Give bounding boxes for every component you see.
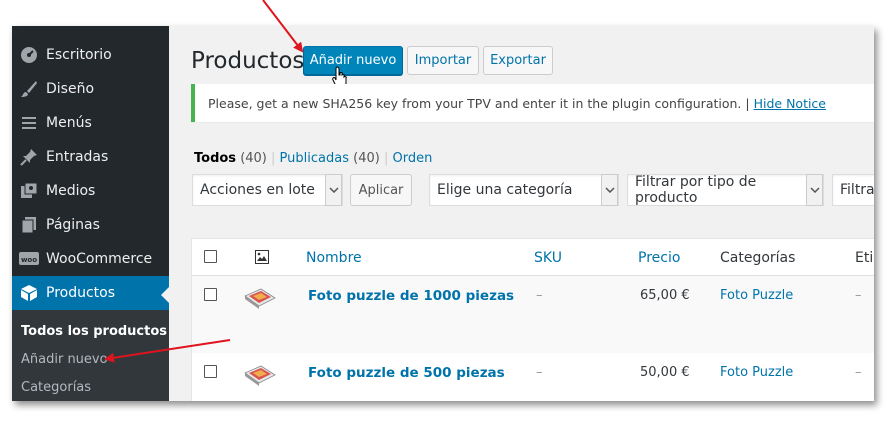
import-button[interactable]: Importar: [407, 46, 479, 75]
table-row: Foto puzzle de 500 piezas – 50,00 € Foto…: [192, 353, 874, 401]
menu-item-escritorio[interactable]: Escritorio: [12, 38, 169, 72]
column-categories: Categorías: [720, 250, 796, 266]
product-thumbnail[interactable]: [243, 363, 277, 387]
product-name-link[interactable]: Foto puzzle de 500 piezas: [308, 365, 505, 381]
column-price[interactable]: Precio: [638, 250, 680, 266]
filter-published-count: (40): [353, 151, 380, 166]
dashboard-icon: [12, 46, 46, 64]
page-icon: [12, 216, 46, 234]
products-table: Nombre SKU Precio Categorías Etiq Foto p…: [191, 238, 874, 401]
menu-item-productos[interactable]: Productos: [12, 276, 169, 310]
product-tags: –: [855, 365, 862, 380]
product-type-select[interactable]: Filtrar por tipo de producto: [627, 174, 824, 206]
media-icon: [12, 182, 46, 200]
filter-separator: |: [383, 151, 389, 166]
menu-item-medios[interactable]: Medios: [12, 174, 169, 208]
column-name[interactable]: Nombre: [306, 250, 362, 266]
woo-icon: woo: [12, 251, 46, 267]
admin-sidebar: Escritorio Diseño Menús Entradas Medios: [12, 26, 169, 401]
chevron-down-icon: [601, 174, 618, 206]
stock-filter-value: Filtrar: [840, 182, 874, 198]
menu-label: Escritorio: [46, 47, 112, 63]
row-checkbox[interactable]: [204, 288, 217, 301]
product-price: 65,00 €: [640, 288, 690, 303]
menu-item-woocommerce[interactable]: woo WooCommerce: [12, 242, 169, 276]
chevron-down-icon: [325, 174, 342, 206]
submenu-item-categorias[interactable]: Categorías: [21, 380, 91, 395]
product-price: 50,00 €: [640, 365, 690, 380]
product-type-value: Filtrar por tipo de producto: [635, 174, 757, 206]
menu-item-entradas[interactable]: Entradas: [12, 140, 169, 174]
box-icon: [12, 284, 46, 302]
wp-admin-window: Escritorio Diseño Menús Entradas Medios: [12, 26, 874, 401]
select-all-checkbox[interactable]: [204, 250, 217, 263]
menu-label: Diseño: [46, 81, 95, 97]
filter-separator: |: [271, 151, 276, 166]
product-thumbnail[interactable]: [243, 286, 277, 310]
bulk-actions-select[interactable]: Acciones en lote: [192, 174, 343, 206]
add-new-button[interactable]: Añadir nuevo: [303, 46, 403, 75]
bulk-actions-value: Acciones en lote: [200, 182, 315, 198]
chevron-down-icon: [806, 174, 823, 206]
brush-icon: [12, 80, 46, 98]
pin-icon: [12, 148, 46, 166]
product-tags: –: [855, 288, 862, 303]
row-checkbox[interactable]: [204, 365, 217, 378]
submenu-item-anadir-nuevo[interactable]: Añadir nuevo: [21, 352, 108, 367]
product-category-link[interactable]: Foto Puzzle: [720, 288, 793, 303]
menu-label: Páginas: [46, 217, 100, 233]
product-sku: –: [536, 365, 543, 380]
table-header: Nombre SKU Precio Categorías Etiq: [192, 239, 874, 276]
category-select[interactable]: Elige una categoría: [429, 174, 619, 206]
category-value: Elige una categoría: [437, 182, 573, 198]
filter-all[interactable]: Todos: [194, 151, 236, 166]
menu-item-menus[interactable]: Menús: [12, 106, 169, 140]
filter-all-count: (40): [240, 151, 267, 166]
sha256-notice: Please, get a new SHA256 key from your T…: [191, 84, 874, 122]
submenu-item-todos[interactable]: Todos los productos: [21, 324, 167, 339]
product-category-link[interactable]: Foto Puzzle: [720, 365, 793, 380]
menu-label: Menús: [46, 115, 92, 131]
filter-published[interactable]: Publicadas: [280, 151, 349, 166]
menu-label: Medios: [46, 183, 96, 199]
image-column-icon: [255, 250, 269, 268]
page-title: Productos: [191, 48, 305, 74]
active-indicator: [161, 287, 169, 303]
apply-button[interactable]: Aplicar: [350, 174, 412, 206]
menu-label: Productos: [46, 285, 116, 301]
hide-notice-link[interactable]: Hide Notice: [754, 96, 826, 111]
menu-item-diseno[interactable]: Diseño: [12, 72, 169, 106]
product-sku: –: [536, 288, 543, 303]
filter-order[interactable]: Orden: [392, 151, 432, 166]
table-row: Foto puzzle de 1000 piezas – 65,00 € Fot…: [192, 276, 874, 353]
menu-label: Entradas: [46, 149, 109, 165]
export-button[interactable]: Exportar: [483, 46, 553, 75]
menu-label: WooCommerce: [46, 251, 153, 267]
stock-filter-select[interactable]: Filtrar: [832, 174, 874, 206]
productos-submenu: Todos los productos Añadir nuevo Categor…: [12, 310, 169, 401]
column-sku[interactable]: SKU: [534, 250, 562, 266]
notice-text: Please, get a new SHA256 key from your T…: [208, 95, 750, 111]
menu-lines-icon: [12, 114, 46, 132]
column-tags: Etiq: [855, 250, 874, 266]
menu-item-paginas[interactable]: Páginas: [12, 208, 169, 242]
product-name-link[interactable]: Foto puzzle de 1000 piezas: [308, 288, 514, 304]
svg-text:woo: woo: [21, 256, 37, 264]
status-filters: Todos (40) | Publicadas (40) | Orden: [194, 151, 432, 166]
